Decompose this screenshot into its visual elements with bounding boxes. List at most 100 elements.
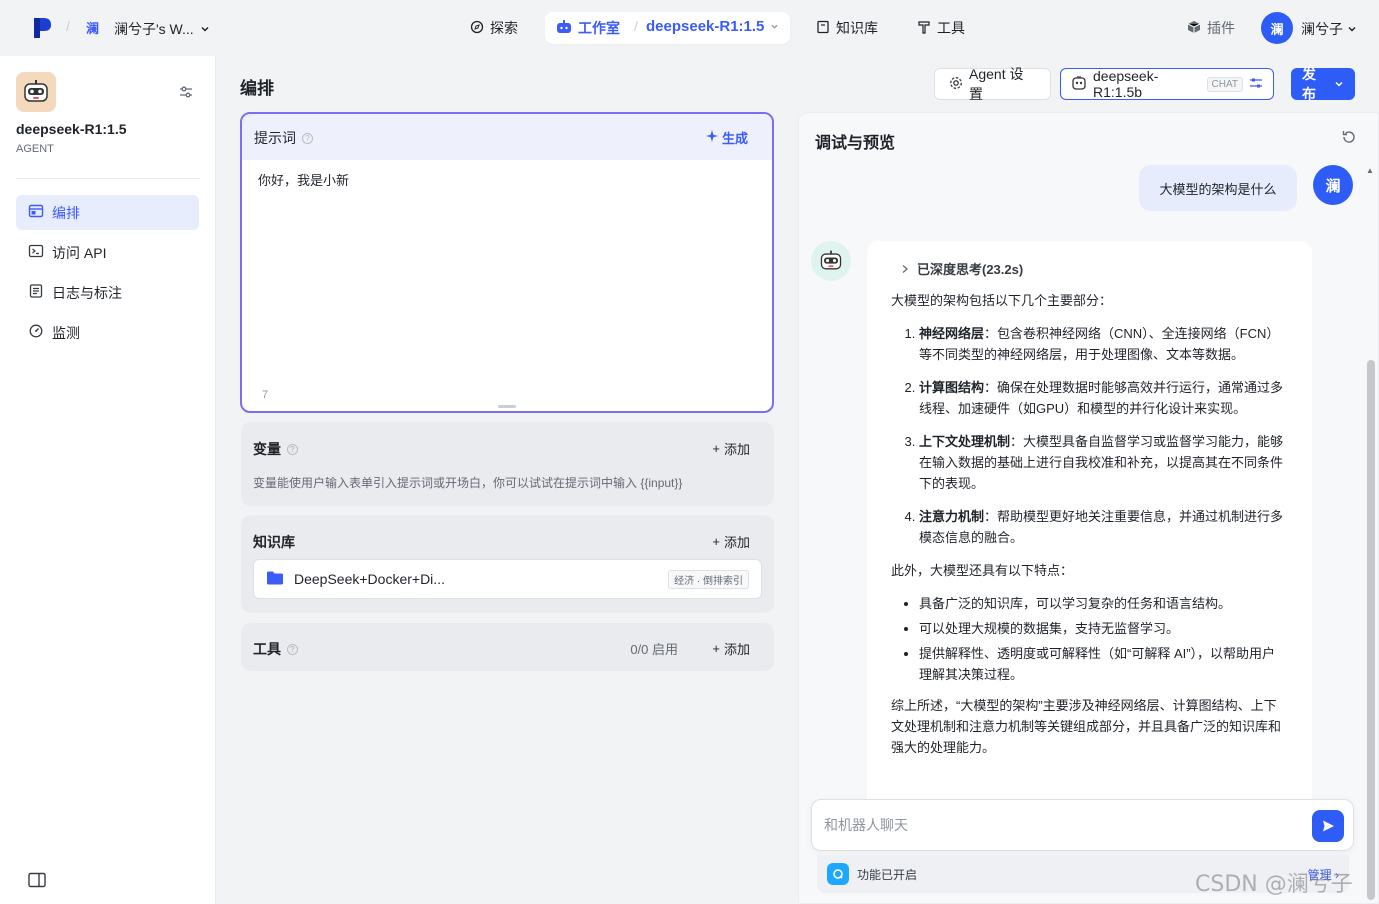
nav-studio[interactable]: 工作室	[556, 18, 620, 38]
sidebar-item-label: 监测	[52, 324, 80, 341]
tools-title: 工具 ?	[253, 639, 298, 659]
nav-model-label: deepseek-R1:1.5	[646, 18, 765, 35]
user-chat-avatar: 澜	[1313, 165, 1353, 205]
robot-icon	[556, 19, 572, 37]
knowledge-section: 知识库 + 添加 DeepSeek+Docker+Di... 经济 · 倒排索引	[241, 515, 774, 613]
answer-points: 神经网络层：包含卷积神经网络（CNN）、全连接网络（FCN）等不同类型的神经网络…	[891, 323, 1287, 548]
divider	[16, 178, 200, 179]
refresh-icon[interactable]	[1341, 129, 1357, 148]
nav-knowledge[interactable]: 知识库	[816, 18, 878, 38]
sidebar-item-api[interactable]: 访问 API	[16, 235, 199, 270]
resize-handle[interactable]	[498, 405, 516, 408]
prompt-editor[interactable]: 提示词 ? 生成 你好，我是小新 7	[240, 112, 774, 413]
folder-icon	[266, 570, 284, 589]
list-item: 计算图结构：确保在处理数据时能够高效并行运行，通常通过多线程、加速硬件（如GPU…	[919, 377, 1287, 419]
prompt-text[interactable]: 你好，我是小新	[258, 170, 349, 189]
nav-studio-label: 工作室	[578, 20, 620, 36]
thinking-label: 已深度思考(23.2s)	[917, 262, 1024, 277]
variables-title: 变量 ?	[253, 439, 298, 459]
prompt-label: 提示词	[254, 130, 296, 146]
robot-face-icon	[820, 250, 842, 270]
top-bar: / 澜 澜兮子's W... 探索 工作室 / deepseek-R1:1.5 …	[0, 0, 1379, 56]
user-avatar[interactable]: 澜	[1261, 12, 1293, 44]
nav-tools-label: 工具	[937, 20, 965, 36]
point-title: 计算图结构	[919, 380, 985, 395]
variables-title-label: 变量	[253, 441, 281, 457]
plus-icon: +	[712, 534, 720, 549]
model-name: deepseek-R1:1.5b	[1093, 68, 1159, 100]
sidebar-item-orchestrate[interactable]: 编排	[16, 195, 199, 230]
publish-button[interactable]: 发布	[1291, 66, 1355, 102]
tools-section: 工具 ? 0/0 启用 + 添加	[241, 623, 774, 671]
workspace-switcher[interactable]: 澜兮子's W...	[114, 19, 210, 39]
bot-name: deepseek-R1:1.5	[16, 121, 127, 137]
answer-features-intro: 此外，大模型还具有以下特点：	[891, 563, 1074, 578]
workspace-name: 澜兮子's W...	[114, 21, 194, 37]
add-knowledge-button[interactable]: + 添加	[712, 532, 750, 551]
help-icon[interactable]: ?	[287, 643, 298, 655]
generate-button[interactable]: 生成	[705, 128, 748, 147]
prompt-header: 提示词 ? 生成	[242, 114, 772, 160]
user-name: 澜兮子	[1301, 21, 1343, 37]
feature-icon	[827, 863, 849, 885]
sidebar-item-logs[interactable]: 日志与标注	[16, 275, 199, 310]
agent-settings-label: Agent 设置	[969, 66, 1024, 102]
preview-title: 调试与预览	[815, 135, 896, 152]
knowledge-title: 知识库	[253, 534, 295, 550]
nav-explore[interactable]: 探索	[470, 18, 518, 38]
nav-plugins[interactable]: 插件	[1187, 18, 1235, 38]
chevron-down-icon	[1347, 21, 1357, 37]
thinking-toggle[interactable]: 已深度思考(23.2s)	[901, 259, 1287, 280]
add-label: 添加	[723, 535, 750, 550]
list-item: 上下文处理机制：大模型具备自监督学习或监督学习能力，能够在输入数据的基础上进行自…	[919, 431, 1287, 494]
send-button[interactable]	[1312, 810, 1344, 842]
answer-summary: 综上所述，“大模型的架构”主要涉及神经网络层、计算图结构、上下文处理机制和注意力…	[891, 698, 1282, 755]
agent-settings-button[interactable]: Agent 设置	[934, 66, 1051, 102]
bot-answer-content: 已深度思考(23.2s) 大模型的架构包括以下几个主要部分： 神经网络层：包含卷…	[891, 259, 1287, 770]
nav-explore-label: 探索	[490, 20, 518, 36]
debug-preview-panel: 调试与预览 大模型的架构是什么 澜 已深度思考(23.2s) 大模型的架构包括以…	[798, 112, 1379, 904]
model-selector-button[interactable]: deepseek-R1:1.5b CHAT	[1060, 68, 1274, 100]
answer-intro: 大模型的架构包括以下几个主要部分：	[891, 293, 1113, 308]
knowledge-item-tag: 经济 · 倒排索引	[668, 569, 749, 589]
help-icon[interactable]: ?	[287, 443, 298, 455]
scroll-up-arrow-icon[interactable]: ▲	[1366, 166, 1374, 175]
list-item: 具备广泛的知识库，可以学习复杂的任务和语言结构。	[919, 593, 1287, 614]
book-icon	[816, 20, 830, 37]
bot-chat-avatar	[811, 241, 851, 281]
chat-input-box	[811, 799, 1354, 851]
sidebar-item-label: 访问 API	[52, 244, 107, 261]
scrollbar[interactable]	[1367, 360, 1375, 900]
point-title: 注意力机制	[919, 509, 985, 524]
terminal-icon	[28, 244, 44, 261]
add-variable-button[interactable]: + 添加	[712, 439, 750, 458]
knowledge-item[interactable]: DeepSeek+Docker+Di... 经济 · 倒排索引	[253, 559, 762, 599]
help-icon[interactable]: ?	[302, 132, 313, 144]
log-icon	[28, 284, 44, 301]
model-params-icon	[1249, 76, 1263, 93]
chevron-right-icon	[901, 259, 909, 280]
user-menu[interactable]: 澜兮子	[1301, 19, 1357, 39]
bot-type: AGENT	[16, 143, 54, 155]
app-logo-icon[interactable]	[32, 16, 52, 40]
nav-model-switcher[interactable]: deepseek-R1:1.5	[646, 18, 779, 35]
variables-section: 变量 ? + 添加 变量能使用户输入表单引入提示词或开场白，你可以试试在提示词中…	[241, 422, 774, 506]
send-icon	[1323, 820, 1334, 832]
add-tool-button[interactable]: + 添加	[712, 639, 750, 658]
chevron-down-icon	[1334, 76, 1344, 92]
bot-avatar[interactable]	[16, 72, 56, 112]
publish-label: 发布	[1302, 66, 1316, 102]
list-item: 注意力机制：帮助模型更好地关注重要信息，并通过机制进行多模态信息的融合。	[919, 506, 1287, 548]
sidebar-item-monitor[interactable]: 监测	[16, 315, 199, 350]
hammer-icon	[917, 20, 931, 37]
settings-sliders-icon[interactable]	[178, 84, 194, 103]
model-avatar-icon	[1071, 75, 1087, 94]
nav-tools[interactable]: 工具	[917, 18, 965, 38]
char-count: 7	[262, 389, 269, 401]
tools-status: 0/0 启用	[630, 642, 678, 657]
chat-input[interactable]	[824, 814, 1294, 836]
generate-label: 生成	[721, 131, 748, 146]
list-item: 神经网络层：包含卷积神经网络（CNN）、全连接网络（FCN）等不同类型的神经网络…	[919, 323, 1287, 365]
layout-icon	[28, 204, 44, 221]
sidebar-collapse-icon[interactable]	[28, 872, 46, 891]
